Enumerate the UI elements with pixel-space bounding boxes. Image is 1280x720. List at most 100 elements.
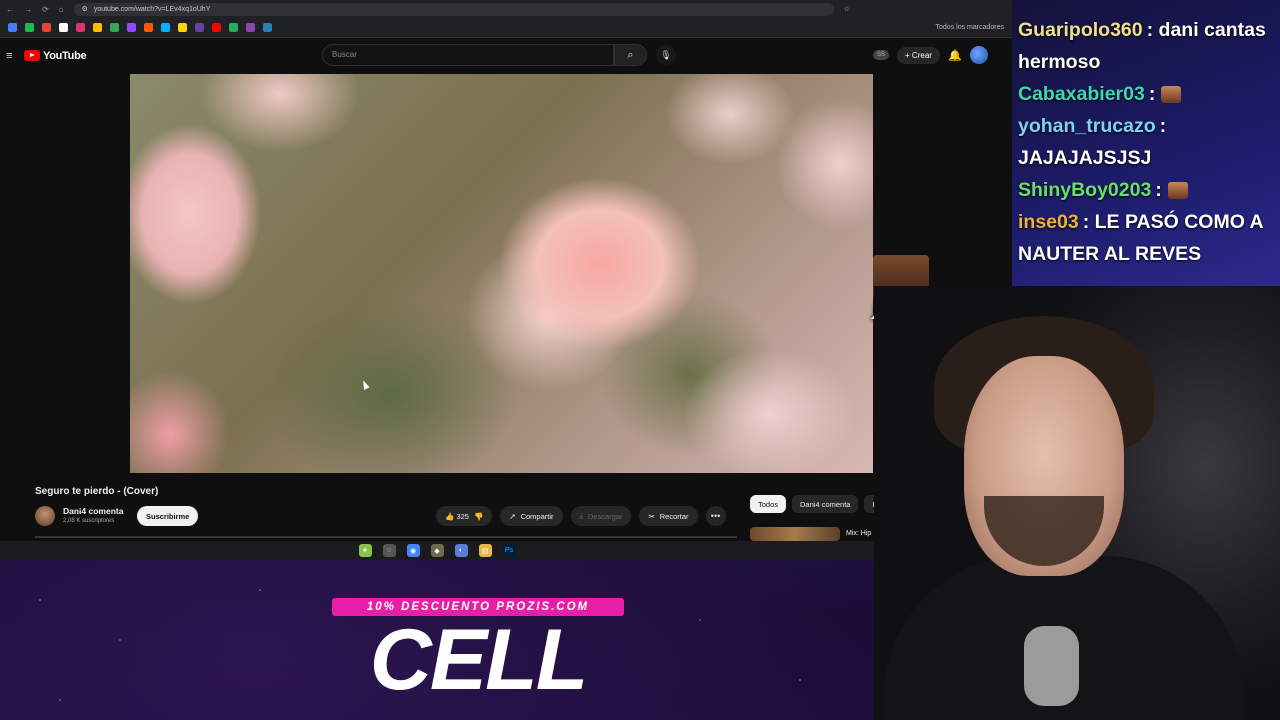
bookmark-icon[interactable] [161, 23, 170, 32]
like-button[interactable]: 👍 325 [445, 512, 469, 521]
channel-name[interactable]: Dani4 comenta [63, 506, 123, 516]
chat-username[interactable]: Cabaxabier03 [1018, 83, 1145, 105]
mic-icon: 🎙 [660, 49, 672, 60]
chat-message: Guaripolo360: dani cantas hermoso [1018, 14, 1274, 78]
webcam-feed [874, 286, 1280, 720]
android-icon[interactable]: ● [358, 544, 372, 557]
more-options-button[interactable]: ••• [705, 506, 726, 526]
bookmark-icon[interactable] [76, 23, 85, 32]
bookmark-icon[interactable] [110, 23, 119, 32]
download-icon: ⤓ [579, 511, 583, 520]
download-button[interactable]: ⤓ Descargar [570, 506, 632, 526]
scissors-icon: ✂ [648, 511, 655, 521]
create-button[interactable]: + Crear [897, 46, 940, 64]
photoshop-icon[interactable]: Ps [502, 544, 516, 557]
bookmark-icon[interactable] [144, 23, 153, 32]
download-label: Descargar [587, 511, 623, 521]
url-bar[interactable]: ⚙ youtube.com/watch?v=LEv4xq1oUhY [73, 2, 834, 16]
chat-message: inse03: LE PASÓ COMO A NAUTER AL REVES [1018, 206, 1274, 270]
chat-username[interactable]: Guaripolo360 [1018, 19, 1143, 41]
share-button[interactable]: ↗ Compartir [500, 506, 563, 526]
video-title: Seguro te pierdo - (Cover) [35, 486, 159, 497]
search-button[interactable]: ⌕ [614, 44, 647, 66]
clip-label: Recortar [659, 511, 689, 521]
browser-window: ← → ⟳ ⌂ ⚙ youtube.com/watch?v=LEv4xq1oUh… [0, 0, 1012, 560]
divider [35, 536, 737, 538]
thumbs-up-icon: 👍 [445, 511, 455, 521]
voice-search-button[interactable]: 🎙 [656, 45, 676, 65]
chat-text: : [1155, 179, 1162, 201]
more-icon: ••• [710, 511, 721, 521]
filter-chip[interactable]: Dani4 comenta [792, 495, 859, 513]
chat-username[interactable]: inse03 [1018, 211, 1079, 233]
forward-icon[interactable]: → [24, 5, 32, 14]
bookmark-icon[interactable] [93, 23, 102, 32]
chrome-icon[interactable]: ◉ [406, 544, 420, 557]
stream-layout: ← → ⟳ ⌂ ⚙ youtube.com/watch?v=LEv4xq1oUh… [0, 0, 1280, 720]
bookmark-star-icon[interactable]: ☆ [844, 5, 850, 13]
settings-icon[interactable]: ◌ [382, 544, 396, 557]
create-label: Crear [911, 50, 932, 60]
recommendation-chips: TodosDani4 comentaRa [750, 495, 891, 513]
chat-message: ShinyBoy0203: [1018, 174, 1274, 206]
share-icon: ↗ [509, 511, 516, 521]
notifications-icon[interactable]: 🔔 [948, 49, 962, 62]
subscribe-button[interactable]: Suscribirme [137, 506, 199, 526]
bookmark-icon[interactable] [42, 23, 51, 32]
subscriber-count: 2,08 K suscriptores [63, 518, 115, 524]
search-input[interactable]: Buscar [322, 44, 614, 66]
bookmark-icon[interactable] [8, 23, 17, 32]
all-bookmarks-label[interactable]: Todos los marcadores [936, 24, 1004, 31]
chat-username[interactable]: ShinyBoy0203 [1018, 179, 1151, 201]
explorer-icon[interactable]: ▤ [478, 544, 492, 557]
youtube-logo[interactable]: YouTube [24, 49, 87, 62]
share-label: Compartir [520, 511, 554, 521]
address-bar-row: ← → ⟳ ⌂ ⚙ youtube.com/watch?v=LEv4xq1oUh… [0, 0, 1012, 18]
bookmark-icon[interactable] [212, 23, 221, 32]
bookmark-icon[interactable] [195, 23, 204, 32]
chat-emote-icon [1161, 86, 1182, 104]
bookmarks-bar: Todos los marcadores [0, 18, 1012, 38]
promo-logo: CELL [369, 612, 589, 708]
video-actions: 👍 325 👎 ↗ Compartir ⤓ Descargar ✂ Recort… [436, 506, 726, 526]
stream-chat: Guaripolo360: dani cantas hermoso Cabaxab… [1012, 0, 1280, 286]
clip-button[interactable]: ✂ Recortar [639, 506, 698, 526]
thumbs-down-icon: 👎 [473, 511, 484, 521]
bookmark-icon[interactable] [263, 23, 272, 32]
bookmark-icon[interactable] [127, 23, 136, 32]
menu-icon[interactable]: ≡ [6, 50, 20, 62]
search-icon: ⌕ [627, 48, 634, 61]
recommendation-title[interactable]: Mix: Hip [846, 530, 871, 537]
chat-emote-icon [1167, 182, 1188, 200]
mouse-cursor-icon [360, 379, 370, 390]
back-icon[interactable]: ← [6, 5, 14, 14]
bookmark-icon[interactable] [25, 23, 34, 32]
video-player[interactable] [130, 74, 873, 473]
os-taskbar: ● ◌ ◉ ◆ ◐ ▤ Ps [0, 541, 874, 560]
youtube-play-icon [24, 50, 40, 61]
shirt-print [1024, 626, 1079, 706]
home-icon[interactable]: ⌂ [59, 5, 64, 14]
header-actions: SS + Crear 🔔 [873, 46, 988, 64]
dislike-button[interactable]: 👎 [474, 512, 483, 521]
account-avatar[interactable] [969, 46, 988, 64]
like-dislike-group: 👍 325 👎 [436, 506, 493, 526]
app-icon[interactable]: ◆ [430, 544, 444, 557]
recommendation-thumbnail[interactable] [750, 527, 840, 541]
filter-chip[interactable]: Todos [750, 495, 787, 513]
bookmark-icon[interactable] [246, 23, 255, 32]
bookmark-icon[interactable] [59, 23, 68, 32]
chat-username[interactable]: yohan_trucazo [1018, 115, 1156, 137]
reload-icon[interactable]: ⟳ [42, 5, 49, 14]
chat-text: : [1148, 83, 1156, 105]
bookmark-icon[interactable] [229, 23, 238, 32]
folder-icon[interactable]: ◐ [454, 544, 468, 557]
site-info-icon[interactable]: ⚙ [82, 5, 88, 13]
cast-badge[interactable]: SS [873, 50, 890, 60]
like-count: 325 [456, 511, 469, 521]
url-text: youtube.com/watch?v=LEv4xq1oUhY [93, 5, 211, 13]
logo-text: YouTube [43, 49, 87, 62]
channel-avatar[interactable] [35, 506, 55, 526]
bookmark-icon[interactable] [178, 23, 187, 32]
chat-message: yohan_trucazo: JAJAJAJSJSJ [1018, 110, 1274, 174]
